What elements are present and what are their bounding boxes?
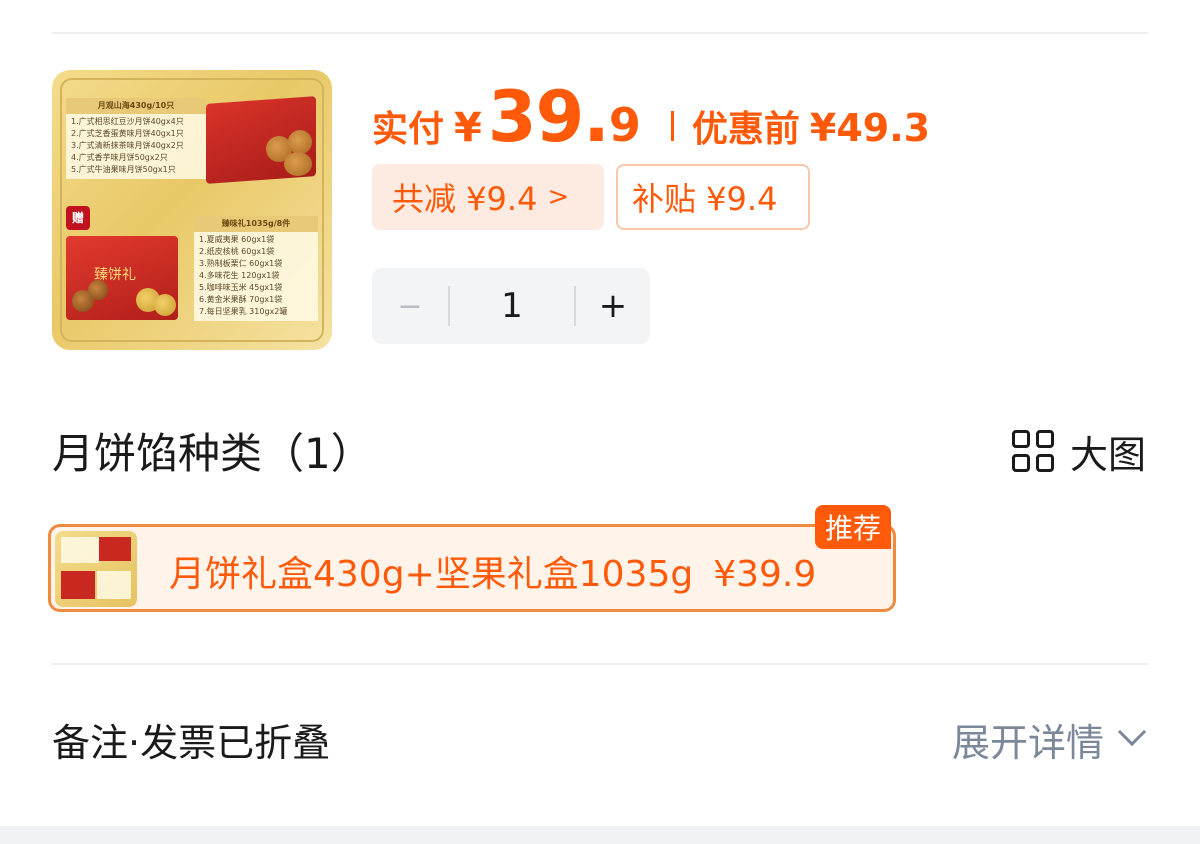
nuts-graphic [72, 280, 180, 320]
quantity-stepper: − 1 + [372, 268, 650, 344]
big-view-label: 大图 [1069, 433, 1146, 477]
original-price-label: 优惠前 [691, 109, 800, 150]
price-row: 实付 ¥ 39. 9 优惠前 ¥49.3 [372, 76, 931, 158]
subsidy-label: 补贴 ¥9.4 [632, 180, 778, 218]
paid-currency: ¥ [454, 105, 482, 151]
quantity-input[interactable]: 1 [450, 286, 574, 326]
image-list-item: 5.广式牛油果味月饼50gx1只 [71, 165, 176, 174]
image-list-item: 3.熟制板栗仁 60gx1袋 [199, 259, 283, 268]
option-name: 月饼礼盒430g+坚果礼盒1035g [169, 554, 694, 595]
image-list-nuts-title: 臻味礼1035g/8件 [194, 216, 318, 232]
decrease-quantity-button[interactable]: − [372, 289, 448, 324]
image-list-mooncake: 月观山海430g/10只 1.广式相思红豆沙月饼40gx4只 2.广式芝香蛋黄味… [66, 98, 206, 179]
image-list-item: 2.纸皮核桃 60gx1袋 [199, 247, 275, 256]
mooncakes-graphic [266, 130, 318, 176]
option-label: 月饼礼盒430g+坚果礼盒1035g ¥39.9 [169, 545, 816, 597]
filling-option-selected[interactable]: 月饼礼盒430g+坚果礼盒1035g ¥39.9 推荐 [48, 505, 896, 612]
paid-label: 实付 [372, 109, 445, 150]
product-image[interactable]: 月观山海430g/10只 1.广式相思红豆沙月饼40gx4只 2.广式芝香蛋黄味… [52, 70, 332, 350]
paid-price-integer: 39. [487, 76, 610, 158]
option-thumbnail [55, 531, 137, 607]
total-discount-label: 共减 ¥9.4 [392, 180, 538, 218]
chevron-right-icon: > [547, 182, 570, 212]
gift-badge: 赠 [66, 206, 90, 230]
big-view-toggle[interactable]: 大图 [1011, 424, 1146, 479]
chevron-down-icon [1117, 717, 1147, 746]
original-price-value: ¥49.3 [809, 106, 931, 150]
image-list-nuts: 臻味礼1035g/8件 1.夏威夷果 60gx1袋 2.纸皮核桃 60gx1袋 … [194, 216, 318, 321]
bottom-bar [0, 826, 1200, 844]
increase-quantity-button[interactable]: + [576, 286, 650, 326]
image-list-item: 7.每日坚果乳 310gx2罐 [199, 307, 288, 316]
image-list-mooncake-title: 月观山海430g/10只 [66, 98, 206, 114]
image-list-item: 6.黄金米果酥 70gx1袋 [199, 295, 283, 304]
image-list-item: 2.广式芝香蛋黄味月饼40gx1只 [71, 129, 184, 138]
image-list-item: 1.广式相思红豆沙月饼40gx4只 [71, 117, 184, 126]
image-list-item: 4.多味花生 120gx1袋 [199, 271, 280, 280]
grid-icon [1011, 429, 1056, 474]
option-price: ¥39.9 [713, 554, 817, 595]
expand-details-label: 展开详情 [951, 721, 1104, 765]
expand-details-button[interactable]: 展开详情 [951, 712, 1147, 767]
image-list-item: 5.咖啡味玉米 45gx1袋 [199, 283, 283, 292]
paid-price-decimal: 9 [608, 98, 641, 152]
recommended-badge: 推荐 [814, 505, 891, 549]
price-separator [670, 111, 674, 141]
image-list-item: 3.广式清新抹茶味月饼40gx2只 [71, 141, 184, 150]
notes-invoice-label: 备注·发票已折叠 [52, 721, 331, 765]
top-divider [52, 32, 1148, 34]
total-discount-button[interactable]: 共减 ¥9.4 > [372, 164, 604, 230]
image-list-item: 4.广式香芋味月饼50gx2只 [71, 153, 168, 162]
filling-type-title: 月饼馅种类（1） [52, 429, 373, 478]
image-list-item: 1.夏威夷果 60gx1袋 [199, 235, 275, 244]
section-divider [52, 663, 1148, 665]
subsidy-badge: 补贴 ¥9.4 [616, 164, 810, 230]
